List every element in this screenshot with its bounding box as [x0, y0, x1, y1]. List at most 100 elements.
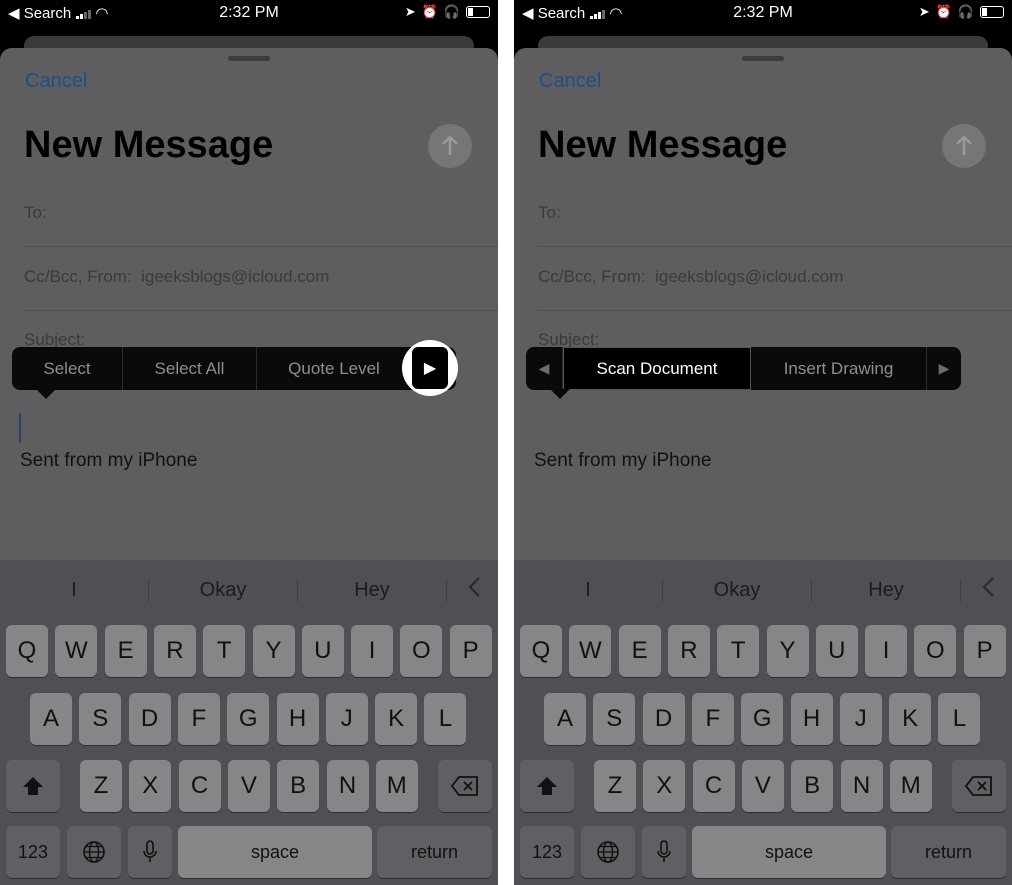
menu-next-button[interactable]: ▶ [927, 347, 961, 390]
key-x[interactable]: X [643, 760, 686, 812]
key-r[interactable]: R [153, 625, 196, 677]
return-key[interactable]: return [377, 826, 492, 878]
key-q[interactable]: Q [6, 625, 48, 677]
backspace-key[interactable] [952, 760, 1006, 812]
key-o[interactable]: O [914, 625, 957, 677]
page-title: New Message [538, 124, 788, 166]
numbers-key[interactable]: 123 [6, 826, 60, 878]
numbers-key[interactable]: 123 [520, 826, 574, 878]
key-i[interactable]: I [351, 625, 394, 677]
key-l[interactable]: L [938, 693, 981, 745]
sheet-grabber[interactable] [742, 56, 784, 61]
location-icon: ➤ [404, 4, 416, 19]
key-q[interactable]: Q [520, 625, 562, 677]
compose-sheet: Cancel New Message To: Cc/Bcc, From: ige… [514, 48, 1012, 560]
key-p[interactable]: P [963, 625, 1006, 677]
key-g[interactable]: G [741, 693, 784, 745]
key-n[interactable]: N [840, 760, 883, 812]
key-h[interactable]: H [790, 693, 833, 745]
key-r[interactable]: R [667, 625, 710, 677]
key-u[interactable]: U [301, 625, 344, 677]
key-c[interactable]: C [178, 760, 221, 812]
key-h[interactable]: H [276, 693, 319, 745]
to-field[interactable]: To: [24, 203, 47, 223]
key-d[interactable]: D [642, 693, 685, 745]
key-y[interactable]: Y [766, 625, 809, 677]
menu-item-select-all[interactable]: Select All [123, 347, 257, 390]
cc-from-field[interactable]: Cc/Bcc, From: igeeksblogs@icloud.com [538, 267, 843, 287]
to-field[interactable]: To: [538, 203, 561, 223]
menu-prev-button[interactable]: ◀ [526, 347, 563, 390]
key-w[interactable]: W [569, 625, 612, 677]
key-z[interactable]: Z [594, 760, 636, 812]
key-e[interactable]: E [104, 625, 147, 677]
menu-item-scan-document[interactable]: Scan Document [563, 347, 751, 390]
key-g[interactable]: G [227, 693, 270, 745]
return-key[interactable]: return [891, 826, 1006, 878]
key-v[interactable]: V [227, 760, 270, 812]
shift-key[interactable] [520, 760, 574, 812]
key-j[interactable]: J [325, 693, 368, 745]
key-m[interactable]: M [889, 760, 932, 812]
key-k[interactable]: K [375, 693, 418, 745]
key-d[interactable]: D [128, 693, 171, 745]
key-u[interactable]: U [815, 625, 858, 677]
key-b[interactable]: B [791, 760, 834, 812]
send-button[interactable] [942, 124, 986, 168]
key-s[interactable]: S [79, 693, 122, 745]
key-s[interactable]: S [593, 693, 636, 745]
key-a[interactable]: A [30, 693, 72, 745]
globe-key[interactable] [67, 826, 121, 878]
menu-next-button[interactable]: ▶ [412, 347, 448, 389]
sheet-grabber[interactable] [228, 56, 270, 61]
space-key[interactable]: space [692, 826, 886, 878]
globe-key[interactable] [581, 826, 635, 878]
key-a[interactable]: A [544, 693, 586, 745]
dictation-key[interactable] [128, 826, 172, 878]
key-p[interactable]: P [449, 625, 492, 677]
key-o[interactable]: O [400, 625, 443, 677]
key-x[interactable]: X [129, 760, 172, 812]
dictation-key[interactable] [642, 826, 686, 878]
key-i[interactable]: I [865, 625, 908, 677]
left-screenshot: ◀ Search ◠ 2:32 PM ➤ ⏰ 🎧 Cancel New Mess… [0, 0, 498, 885]
prediction-i[interactable]: I [514, 578, 663, 602]
arrow-up-icon [442, 135, 458, 155]
key-n[interactable]: N [326, 760, 369, 812]
menu-item-insert-drawing[interactable]: Insert Drawing [751, 347, 927, 390]
key-f[interactable]: F [177, 693, 220, 745]
key-k[interactable]: K [889, 693, 932, 745]
menu-item-select[interactable]: Select [12, 347, 123, 390]
key-t[interactable]: T [203, 625, 246, 677]
space-key[interactable]: space [178, 826, 372, 878]
prediction-hey[interactable]: Hey [298, 578, 447, 602]
key-f[interactable]: F [691, 693, 734, 745]
backspace-key[interactable] [438, 760, 492, 812]
key-c[interactable]: C [692, 760, 735, 812]
key-v[interactable]: V [741, 760, 784, 812]
cancel-button[interactable]: Cancel [539, 70, 601, 93]
key-b[interactable]: B [277, 760, 320, 812]
cancel-button[interactable]: Cancel [25, 70, 87, 93]
menu-item-quote-level[interactable]: Quote Level [257, 347, 411, 390]
key-j[interactable]: J [839, 693, 882, 745]
signature-text[interactable]: Sent from my iPhone [534, 450, 711, 472]
prediction-collapse-icon[interactable] [447, 576, 498, 604]
prediction-okay[interactable]: Okay [149, 578, 298, 602]
key-y[interactable]: Y [252, 625, 295, 677]
key-l[interactable]: L [424, 693, 467, 745]
key-m[interactable]: M [375, 760, 418, 812]
microphone-icon [657, 840, 671, 862]
prediction-collapse-icon[interactable] [961, 576, 1012, 604]
send-button[interactable] [428, 124, 472, 168]
cc-from-field[interactable]: Cc/Bcc, From: igeeksblogs@icloud.com [24, 267, 329, 287]
shift-key[interactable] [6, 760, 60, 812]
key-e[interactable]: E [618, 625, 661, 677]
key-w[interactable]: W [55, 625, 98, 677]
signature-text[interactable]: Sent from my iPhone [20, 450, 197, 472]
key-t[interactable]: T [717, 625, 760, 677]
prediction-i[interactable]: I [0, 578, 149, 602]
prediction-hey[interactable]: Hey [812, 578, 961, 602]
prediction-okay[interactable]: Okay [663, 578, 812, 602]
key-z[interactable]: Z [80, 760, 122, 812]
